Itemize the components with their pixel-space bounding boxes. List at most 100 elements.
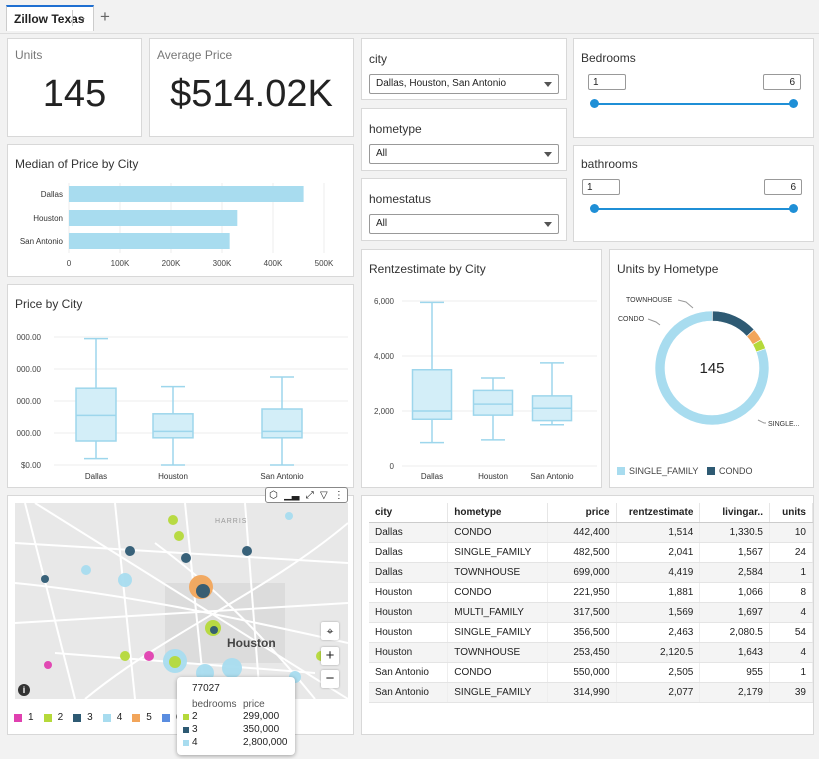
bathrooms-slider-max-handle[interactable] <box>789 204 798 213</box>
slice-leader-line <box>647 318 661 326</box>
table-cell: 1,569 <box>616 602 701 623</box>
table-row[interactable]: San Antonio CONDO 550,000 2,505 955 1 <box>369 662 814 683</box>
city-select[interactable]: Dallas, Houston, San Antonio <box>369 74 559 94</box>
y-tick-label: 000.00 <box>17 333 42 342</box>
median-price-chart-card: Median of Price by City 0 100K 200K 300K 400… <box>7 144 354 277</box>
focus-icon[interactable]: ⌖ <box>321 622 339 640</box>
legend-item: 2 <box>43 712 63 723</box>
bedrooms-filter-card: Bedrooms 1 6 <box>573 38 814 138</box>
tooltip-title: 77027 <box>192 683 220 694</box>
table-cell: 1 <box>769 662 814 683</box>
legend-label: 5 <box>146 712 152 723</box>
table-cell: Houston <box>369 642 449 663</box>
table-cell: 2,077 <box>616 682 701 703</box>
add-sheet-icon[interactable]: + <box>100 7 110 27</box>
table-cell: 8 <box>769 582 814 603</box>
column-header[interactable]: hometype <box>447 503 549 523</box>
bedrooms-slider-track[interactable] <box>590 99 798 108</box>
chevron-down-icon <box>544 222 552 227</box>
city-select-value: Dallas, Houston, San Antonio <box>376 78 507 89</box>
expand-icon[interactable]: ⤢ <box>306 490 314 501</box>
x-tick-label: 200K <box>162 259 181 268</box>
table-cell: SINGLE_FAMILY <box>447 622 549 643</box>
category-label: Dallas <box>421 472 443 481</box>
bedrooms-slider-max-handle[interactable] <box>789 99 798 108</box>
legend-label: 1 <box>28 712 34 723</box>
tooltip-row: 2 299,000 <box>183 711 293 724</box>
table-cell: Houston <box>369 622 449 643</box>
city-filter-card: city Dallas, Houston, San Antonio <box>361 38 567 100</box>
table-row[interactable]: Dallas SINGLE_FAMILY 482,500 2,041 1,567 24 <box>369 542 814 563</box>
table-row[interactable]: Houston CONDO 221,950 1,881 1,066 8 <box>369 582 814 603</box>
sheet-tab-label: Zillow Texas <box>14 12 85 26</box>
zoom-in-icon[interactable]: + <box>321 647 339 665</box>
table-cell: TOWNHOUSE <box>447 562 549 583</box>
column-header[interactable]: livingar.. <box>699 503 770 523</box>
slice-label: SINGLE... <box>768 421 800 428</box>
sheet-tab[interactable]: Zillow Texas ⌄ <box>6 5 94 31</box>
legend-swatch <box>132 713 141 722</box>
bathrooms-min-input[interactable]: 1 <box>582 179 620 195</box>
table-cell: SINGLE_FAMILY <box>447 682 549 703</box>
column-header[interactable]: rentzestimate <box>616 503 701 523</box>
homestatus-select[interactable]: All <box>369 214 559 234</box>
column-header[interactable]: city <box>369 503 449 523</box>
bedrooms-min-input[interactable]: 1 <box>588 74 626 90</box>
bedrooms-slider-min-handle[interactable] <box>590 99 599 108</box>
kpi-units-value: 145 <box>42 73 107 115</box>
hometype-select[interactable]: All <box>369 144 559 164</box>
bedrooms-filter-label: Bedrooms <box>581 51 636 65</box>
table-cell: CONDO <box>447 582 549 603</box>
tooltip-bedrooms: 3 <box>192 724 198 735</box>
map-point <box>118 573 132 587</box>
table-cell: 39 <box>769 682 814 703</box>
map-canvas[interactable]: HARRIS Houston <box>15 503 348 699</box>
category-label: Houston <box>478 472 508 481</box>
legend-swatch <box>707 467 715 475</box>
signal-icon[interactable]: ▁▃ <box>284 490 299 501</box>
legend-swatch <box>14 713 22 722</box>
y-tick-label: 0 <box>390 462 395 471</box>
column-header[interactable]: price <box>547 503 617 523</box>
kpi-average-price-value: $514.02K <box>170 73 333 115</box>
y-tick-label: 000.00 <box>17 429 42 438</box>
table-cell: 253,450 <box>547 642 617 663</box>
x-tick-label: 400K <box>264 259 283 268</box>
bedrooms-max-input[interactable]: 6 <box>763 74 801 90</box>
map-point <box>210 626 218 634</box>
city-filter-label: city <box>369 52 387 66</box>
box <box>411 369 453 420</box>
bathrooms-max-input[interactable]: 6 <box>764 179 802 195</box>
column-header[interactable]: units <box>769 503 814 523</box>
table-row[interactable]: San Antonio SINGLE_FAMILY 314,990 2,077 2,17… <box>369 682 814 703</box>
zoom-out-icon[interactable]: − <box>321 670 339 688</box>
bar <box>69 210 238 226</box>
table-cell: 2,584 <box>699 562 770 583</box>
map-point <box>285 512 293 520</box>
table-row[interactable]: Dallas CONDO 442,400 1,514 1,330.5 10 <box>369 522 814 543</box>
filter-icon[interactable]: ▽ <box>320 490 328 501</box>
map-city-label: Houston <box>227 636 276 650</box>
map-point <box>44 661 52 669</box>
tooltip-row: 3 350,000 <box>183 724 293 737</box>
info-icon[interactable]: i <box>18 684 30 696</box>
kpi-units-card: Units 145 <box>7 38 142 137</box>
table-cell: 2,505 <box>616 662 701 683</box>
slice-label: TOWNHOUSE <box>626 297 672 304</box>
bar <box>69 233 230 249</box>
table-row[interactable]: Houston SINGLE_FAMILY 356,500 2,463 2,080.5 5… <box>369 622 814 643</box>
chevron-down-icon[interactable]: ⌄ <box>77 10 87 24</box>
more-options-icon[interactable]: ⋮ <box>334 490 344 501</box>
bathrooms-slider-min-handle[interactable] <box>590 204 599 213</box>
table-cell: 1,697 <box>699 602 770 623</box>
legend-item: 3 <box>73 712 93 723</box>
rentzestimate-box-chart: 0 2,000 4,000 6,000 Dallas Houston San Antonio <box>374 297 597 481</box>
table-row[interactable]: Houston MULTI_FAMILY 317,500 1,569 1,697 4 <box>369 602 814 623</box>
hexagon-icon[interactable]: ⬡ <box>269 490 278 501</box>
table-row[interactable]: Houston TOWNHOUSE 253,450 2,120.5 1,643 4 <box>369 642 814 663</box>
map-point <box>242 546 252 556</box>
bathrooms-slider-track[interactable] <box>590 204 798 213</box>
map-point <box>196 584 210 598</box>
table-row[interactable]: Dallas TOWNHOUSE 699,000 4,419 2,584 1 <box>369 562 814 583</box>
hometype-select-value: All <box>376 148 388 159</box>
